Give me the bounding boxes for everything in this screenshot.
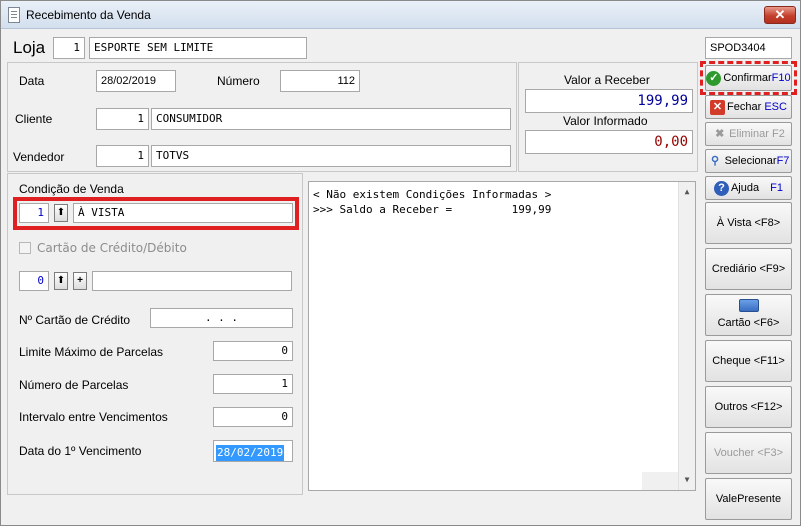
voucher-button[interactable]: Voucher <F3>: [705, 432, 792, 474]
numero-label: Número: [217, 74, 260, 88]
selecionar-label: Selecionar: [724, 155, 777, 167]
parcelas-field[interactable]: 1: [213, 374, 293, 394]
cliente-name-field[interactable]: CONSUMIDOR: [151, 108, 511, 130]
numero-field[interactable]: 112: [280, 70, 360, 92]
help-icon: ?: [713, 180, 729, 196]
message-line-2: >>> Saldo a Receber = 199,99: [313, 203, 552, 216]
loja-label: Loja: [13, 38, 46, 57]
confirmar-key: F10: [771, 72, 791, 84]
condicao-search-button[interactable]: ⬆: [54, 204, 68, 222]
valor-informado-label: Valor Informado: [563, 114, 648, 128]
check-icon: ✓: [706, 70, 722, 86]
title-bar: Recebimento da Venda ✕: [1, 1, 800, 29]
condicao-name-field[interactable]: À VISTA: [73, 203, 293, 223]
fechar-label: Fechar: [727, 101, 762, 113]
close-x-icon: ✕: [710, 99, 726, 115]
confirmar-button[interactable]: ✓ ConfirmarF10: [705, 65, 792, 91]
scroll-down-arrow-icon[interactable]: ▼: [679, 472, 695, 488]
selecionar-button[interactable]: ⚲ SelecionarF7: [705, 149, 792, 173]
cliente-label: Cliente: [15, 112, 53, 126]
cartao-name-field[interactable]: [92, 271, 292, 291]
condicao-label: Condição de Venda: [19, 182, 124, 196]
loja-code-field[interactable]: 1: [53, 37, 85, 59]
eliminar-label: Eliminar: [729, 128, 769, 140]
data-label: Data: [19, 74, 45, 88]
ajuda-label: Ajuda: [730, 182, 760, 194]
numero-cartao-field[interactable]: . . .: [150, 308, 293, 328]
cheque-button[interactable]: Cheque <F11>: [705, 340, 792, 382]
ajuda-key: F1: [770, 182, 784, 194]
limite-label: Limite Máximo de Parcelas: [19, 345, 164, 359]
vendedor-label: Vendedor: [13, 150, 65, 164]
valor-receber-field: 199,99: [525, 89, 693, 113]
loja-name-field[interactable]: ESPORTE SEM LIMITE: [89, 37, 307, 59]
cartao-code-field[interactable]: 0: [19, 271, 49, 291]
cartao-checkbox[interactable]: [19, 242, 31, 254]
cartao-search-button[interactable]: ⬆: [54, 272, 68, 290]
receipt-window: Recebimento da Venda ✕ Loja 1 ESPORTE SE…: [0, 0, 801, 526]
vendedor-name-field[interactable]: TOTVS: [151, 145, 511, 167]
document-icon: [8, 7, 20, 23]
selecionar-key: F7: [776, 155, 790, 167]
valor-informado-field: 0,00: [525, 130, 693, 154]
window-title: Recebimento da Venda: [26, 8, 151, 22]
cliente-code-field[interactable]: 1: [96, 108, 149, 130]
credit-card-icon: [738, 299, 759, 312]
parcelas-label: Número de Parcelas: [19, 378, 129, 392]
intervalo-label: Intervalo entre Vencimentos: [19, 410, 168, 424]
vencimento-field[interactable]: 28/02/2019: [213, 440, 293, 462]
vencimento-selected-text: 28/02/2019: [216, 445, 285, 461]
messages-textarea[interactable]: < Não existem Condições Informadas > >>>…: [308, 181, 696, 491]
delete-x-icon: ✖: [715, 127, 725, 140]
confirmar-label: Confirmar: [723, 72, 772, 84]
avista-button[interactable]: À Vista <F8>: [705, 202, 792, 244]
outros-button[interactable]: Outros <F12>: [705, 386, 792, 428]
eliminar-key: F2: [771, 128, 785, 140]
vertical-scrollbar[interactable]: ▲ ▼: [678, 182, 695, 490]
message-line-1: < Não existem Condições Informadas >: [313, 188, 552, 201]
crediario-button[interactable]: Crediário <F9>: [705, 248, 792, 290]
cartao-checkbox-label: Cartão de Crédito/Débito: [37, 241, 187, 255]
eliminar-button[interactable]: ✖ Eliminar F2: [705, 122, 792, 146]
cartao-add-button[interactable]: +: [73, 272, 87, 290]
numero-cartao-label: Nº Cartão de Crédito: [19, 313, 131, 327]
ajuda-button[interactable]: ? Ajuda F1: [705, 176, 792, 200]
cartao-button[interactable]: Cartão <F6>: [705, 294, 792, 336]
magnifier-icon: ⚲: [711, 154, 720, 167]
scroll-corner: [642, 472, 678, 490]
terminal-field: SPOD3404: [705, 37, 792, 59]
vendedor-code-field[interactable]: 1: [96, 145, 149, 167]
data-field[interactable]: 28/02/2019: [96, 70, 176, 92]
limite-field[interactable]: 0: [213, 341, 293, 361]
cartao-button-label: Cartão <F6>: [717, 317, 780, 329]
fechar-button[interactable]: ✕ Fechar ESC: [705, 95, 792, 119]
intervalo-field[interactable]: 0: [213, 407, 293, 427]
valepresente-button[interactable]: ValePresente: [705, 478, 792, 520]
close-button[interactable]: ✕: [764, 6, 796, 24]
scroll-up-arrow-icon[interactable]: ▲: [679, 184, 695, 200]
condicao-code-field[interactable]: 1: [19, 203, 49, 223]
fechar-key: ESC: [764, 101, 787, 113]
vencimento-label: Data do 1º Vencimento: [19, 444, 142, 458]
valor-receber-label: Valor a Receber: [564, 73, 650, 87]
